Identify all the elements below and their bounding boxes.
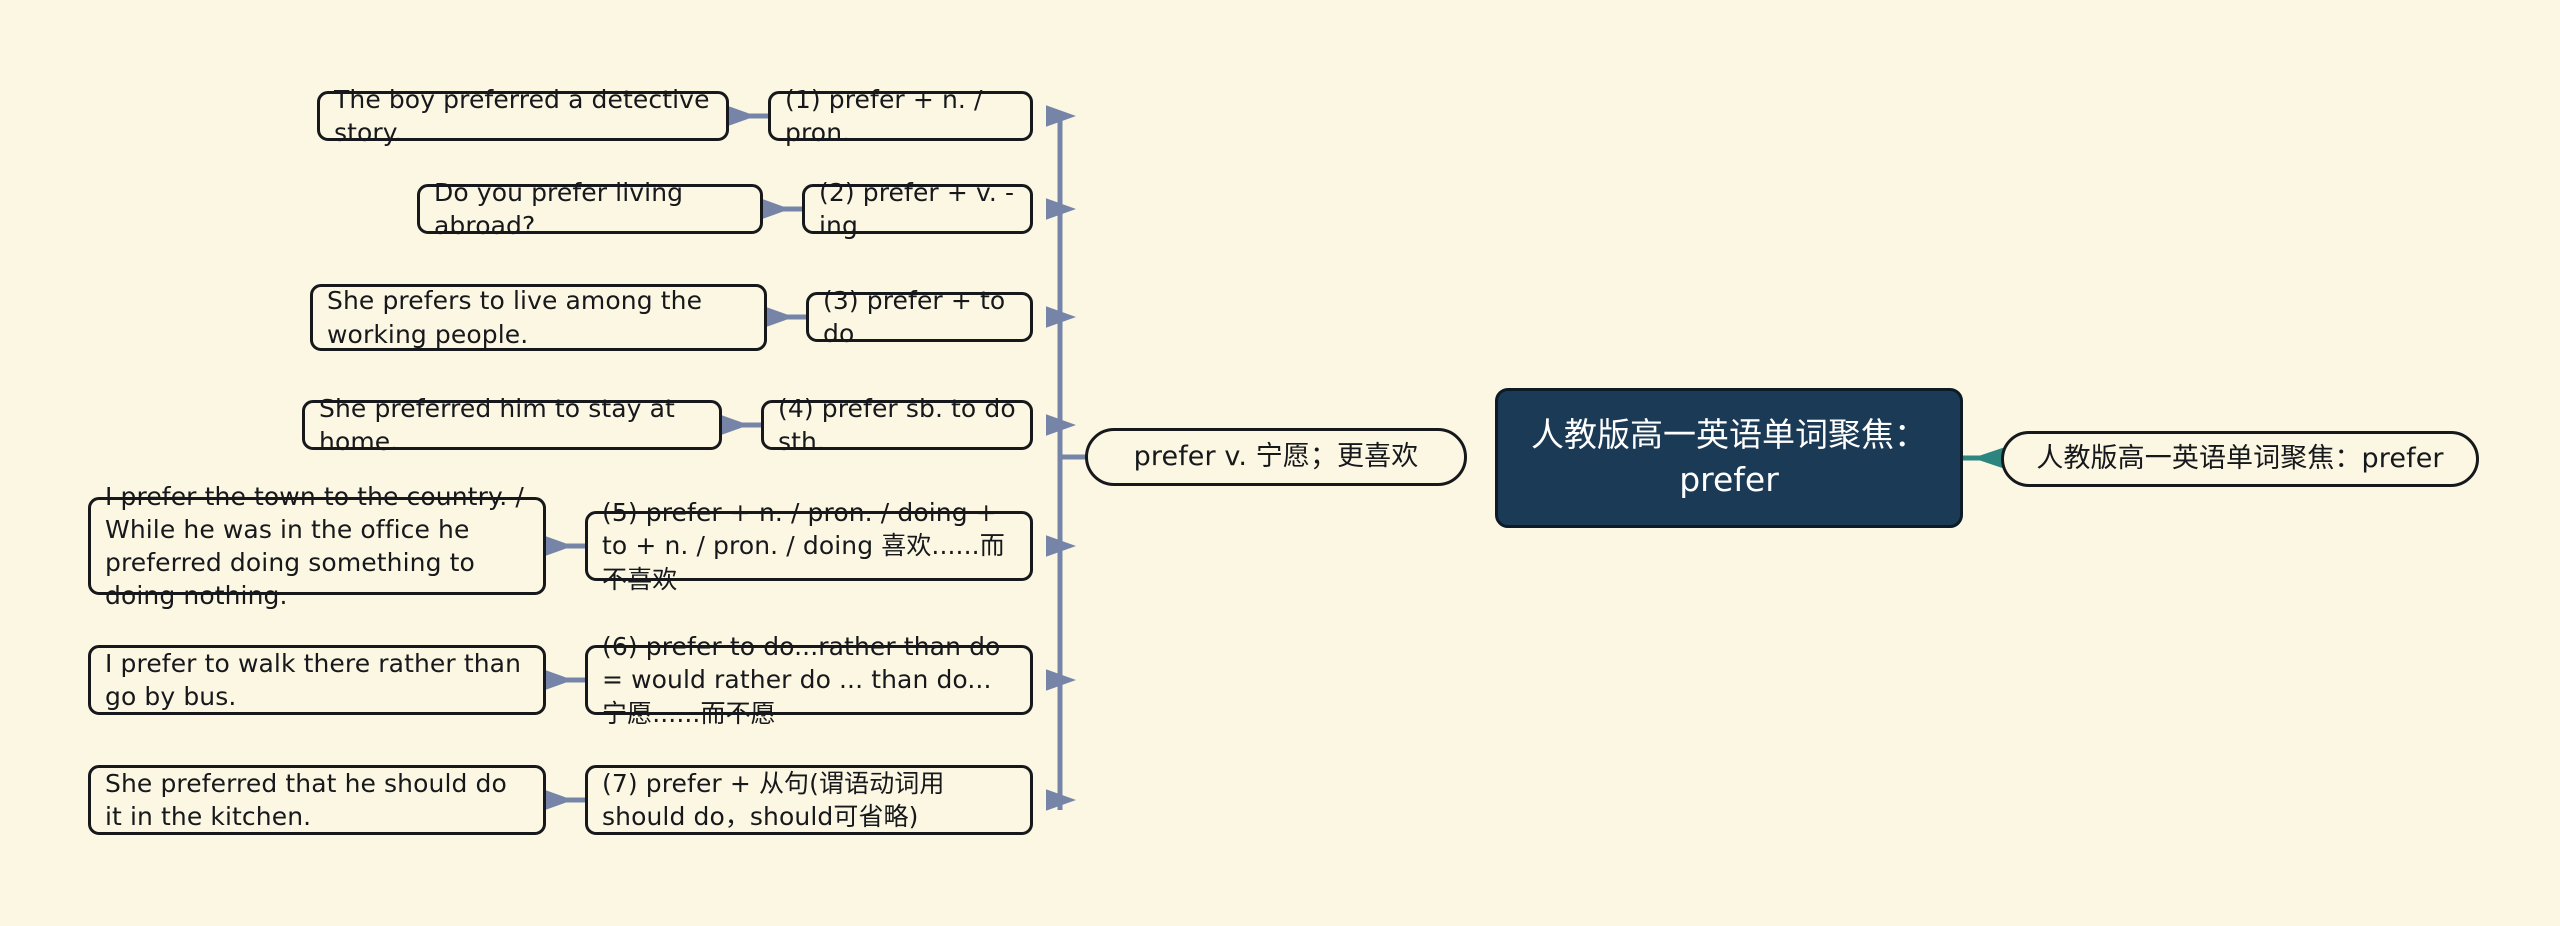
example-node-7-label: She preferred that he should do it in th…: [105, 768, 507, 831]
pattern-node-2[interactable]: (2) prefer + v. -ing: [802, 178, 1033, 240]
example-node-4-label: She preferred him to stay at home.: [319, 393, 675, 456]
echo-node-label: 人教版高一英语单词聚焦：prefer: [2036, 443, 2444, 475]
pattern-node-3[interactable]: (3) prefer + to do: [806, 286, 1033, 348]
pattern-node-5[interactable]: (5) prefer + n. / pron. / doing + to + n…: [585, 498, 1033, 594]
example-node-2[interactable]: Do you prefer living abroad?: [417, 178, 763, 240]
pattern-node-6-label: (6) prefer to do...rather than do = woul…: [602, 632, 1001, 728]
example-node-3-label: She prefers to live among the working pe…: [327, 286, 703, 349]
pattern-node-7[interactable]: (7) prefer + 从句(谓语动词用should do，should可省略…: [585, 765, 1033, 835]
pattern-node-1[interactable]: (1) prefer + n. / pron.: [768, 85, 1033, 147]
mindmap-canvas: 人教版高一英语单词聚焦：prefer 人教版高一英语单词聚焦：prefer pr…: [0, 0, 2560, 926]
root-node-label: 人教版高一英语单词聚焦：prefer: [1531, 415, 1927, 499]
topic-node-label: prefer v. 宁愿；更喜欢: [1133, 441, 1419, 473]
example-node-1[interactable]: The boy preferred a detective story.: [317, 85, 729, 147]
example-node-1-label: The boy preferred a detective story.: [334, 84, 710, 147]
root-node[interactable]: 人教版高一英语单词聚焦：prefer: [1495, 388, 1963, 528]
example-node-5[interactable]: I prefer the town to the country. / Whil…: [88, 482, 546, 610]
example-node-7[interactable]: She preferred that he should do it in th…: [88, 765, 546, 835]
example-node-2-label: Do you prefer living abroad?: [434, 177, 684, 240]
pattern-node-5-label: (5) prefer + n. / pron. / doing + to + n…: [602, 498, 1005, 594]
example-node-3[interactable]: She prefers to live among the working pe…: [310, 284, 767, 351]
pattern-node-3-label: (3) prefer + to do: [823, 285, 1006, 348]
example-node-4[interactable]: She preferred him to stay at home.: [302, 394, 722, 456]
topic-node[interactable]: prefer v. 宁愿；更喜欢: [1085, 428, 1467, 486]
example-node-6[interactable]: I prefer to walk there rather than go by…: [88, 645, 546, 715]
pattern-node-6[interactable]: (6) prefer to do...rather than do = woul…: [585, 632, 1033, 728]
pattern-node-2-label: (2) prefer + v. -ing: [819, 177, 1015, 240]
pattern-node-7-label: (7) prefer + 从句(谓语动词用should do，should可省略…: [602, 768, 945, 831]
example-node-6-label: I prefer to walk there rather than go by…: [105, 648, 522, 711]
pattern-node-4-label: (4) prefer sb. to do sth.: [778, 393, 1016, 456]
example-node-5-label: I prefer the town to the country. / Whil…: [105, 481, 524, 611]
pattern-node-1-label: (1) prefer + n. / pron.: [785, 84, 983, 147]
pattern-node-4[interactable]: (4) prefer sb. to do sth.: [761, 394, 1033, 456]
echo-node[interactable]: 人教版高一英语单词聚焦：prefer: [2001, 431, 2479, 487]
